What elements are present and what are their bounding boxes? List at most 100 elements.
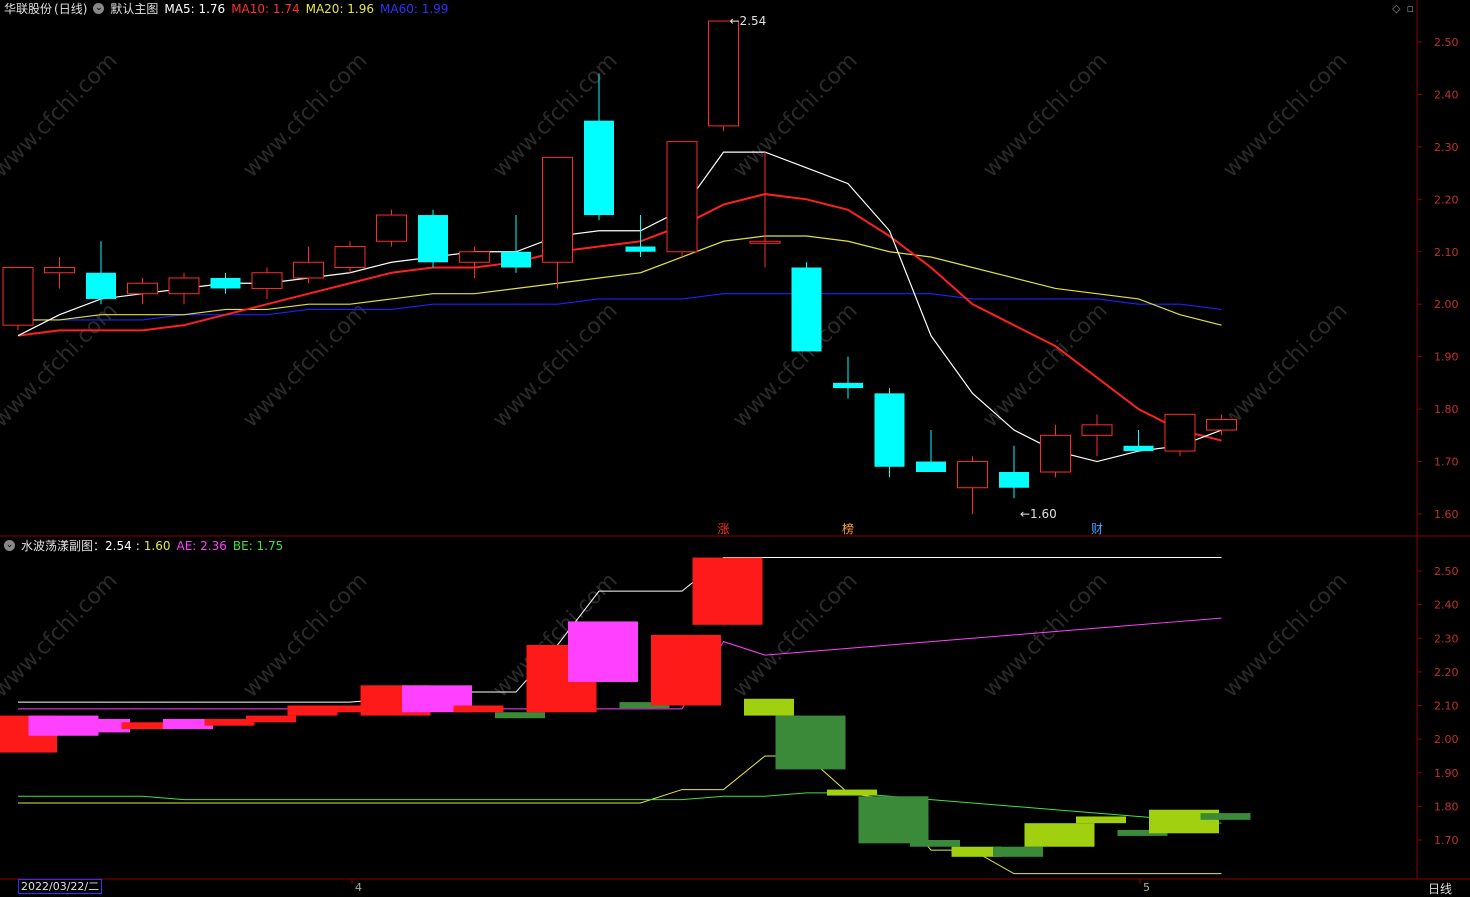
candle [999, 445, 1029, 499]
candle-body [86, 272, 116, 299]
sub-block [651, 634, 721, 706]
be-line [18, 792, 1222, 824]
event-marker: 涨 [717, 521, 729, 536]
ytick-label: 2.20 [1434, 193, 1459, 206]
ytick-label: 1.70 [1434, 834, 1459, 847]
sub-block [1200, 813, 1251, 820]
watermark-text: www.cfchi.com [1218, 48, 1352, 182]
watermark-text: www.cfchi.com [0, 568, 123, 702]
ytick-label: 2.40 [1434, 599, 1459, 612]
candle [293, 246, 324, 284]
candle-body [833, 382, 863, 389]
candle [1123, 430, 1154, 452]
candle-body [708, 20, 739, 127]
candle [168, 272, 200, 305]
sub-block [495, 712, 545, 719]
candle [833, 356, 863, 399]
sub-yaxis: 2.50 2.40 2.30 2.20 2.10 2.00 1.90 1.80 1.70 [1417, 565, 1459, 847]
chart-window: www.cfchi.com www.cfchi.com www.cfchi.com w… [0, 0, 1470, 897]
ma5-line [17, 151, 1222, 463]
sub-block [1076, 816, 1126, 824]
sub-block [858, 796, 929, 844]
ma60-label: MA60: 1.99 [380, 1, 449, 16]
sub-block [744, 698, 794, 716]
candle-body [127, 282, 158, 295]
xaxis-ticks: 45 [351, 879, 1150, 894]
candle [916, 430, 946, 473]
main-chart-name[interactable]: 默认主图 [110, 0, 158, 17]
ytick-label: 2.40 [1434, 88, 1459, 101]
candle [957, 456, 988, 514]
ytick-label: 1.70 [1434, 456, 1459, 469]
ytick-label: 2.30 [1434, 141, 1459, 154]
candle-body [625, 246, 656, 252]
candle-body [459, 251, 490, 263]
candle [791, 262, 822, 352]
candle [1040, 424, 1071, 478]
candle-body [584, 120, 614, 216]
candle [1081, 414, 1113, 457]
candle [44, 257, 75, 289]
window-icon[interactable]: ▫ [1407, 2, 1414, 15]
candle-body [542, 156, 573, 263]
candle [127, 277, 158, 305]
chevron-down-icon[interactable]: ⌄ [93, 3, 105, 14]
candle [874, 388, 905, 478]
candle [2, 266, 34, 331]
corner-icons: ◇ ▫ [1392, 2, 1414, 15]
ytick-label: 2.50 [1434, 565, 1459, 578]
xtick-label: 4 [355, 881, 362, 894]
candle-body [791, 267, 822, 352]
candle-body [1081, 424, 1113, 436]
ytick-label: 1.60 [1434, 508, 1459, 521]
main-ma-lines [17, 151, 1222, 463]
ytick-label: 1.80 [1434, 800, 1459, 813]
sub-value-2: 1.60 [143, 538, 171, 553]
sub-value-1: 2.54 [105, 538, 132, 553]
candle-body [334, 246, 366, 268]
watermark-text: www.cfchi.com [488, 298, 622, 432]
xtick-label: 5 [1143, 881, 1150, 894]
sub-block [993, 846, 1043, 857]
event-marker: 榜 [842, 521, 854, 536]
ytick-label: 2.30 [1434, 632, 1459, 645]
candle-body [44, 266, 75, 274]
candle-body [957, 461, 988, 489]
candle-body [1206, 419, 1237, 431]
sub-block [692, 557, 763, 625]
diamond-icon[interactable]: ◇ [1392, 2, 1400, 15]
candle [251, 267, 283, 299]
candle-body [376, 214, 407, 242]
period-tab[interactable]: 日线 [1428, 880, 1452, 897]
watermark-text: www.cfchi.com [978, 568, 1112, 702]
candle-body [210, 277, 241, 289]
watermark-text: www.cfchi.com [238, 48, 372, 182]
candle-body [251, 272, 283, 289]
ma5-label: MA5: 1.76 [164, 1, 226, 16]
candle [1164, 413, 1196, 457]
candle [501, 215, 531, 273]
candle-body [1164, 413, 1196, 452]
stock-name[interactable]: 华联股份 [4, 0, 52, 17]
main-yaxis: 2.50 2.40 2.30 2.20 2.10 2.00 1.90 1.80 1.70 1.60 [1417, 36, 1459, 521]
candle [625, 215, 656, 258]
candle [376, 209, 407, 247]
ae-label: AE: 2.36 [176, 538, 227, 553]
ytick-label: 2.10 [1434, 700, 1459, 713]
candle [418, 209, 448, 268]
ytick-label: 1.80 [1434, 403, 1459, 416]
be-label: BE: 1.75 [232, 538, 284, 553]
chart-canvas[interactable]: www.cfchi.com www.cfchi.com www.cfchi.com w… [0, 0, 1470, 895]
sub-separator: : [135, 538, 140, 553]
ma20-label: MA20: 1.96 [305, 1, 375, 16]
main-header: 华联股份 (日线) ⌄ 默认主图 MA5: 1.76 MA10: 1.74 MA… [4, 0, 448, 17]
ma10-label: MA10: 1.74 [231, 1, 300, 16]
candle [666, 141, 698, 258]
sub-chart-name[interactable]: 水波荡漾副图： [21, 537, 105, 554]
sub-block [827, 789, 877, 796]
candle-body [418, 215, 448, 263]
sub-block [910, 840, 960, 847]
candle-body [293, 261, 324, 279]
candle [542, 156, 573, 289]
chevron-down-icon[interactable]: ⌄ [4, 540, 15, 551]
